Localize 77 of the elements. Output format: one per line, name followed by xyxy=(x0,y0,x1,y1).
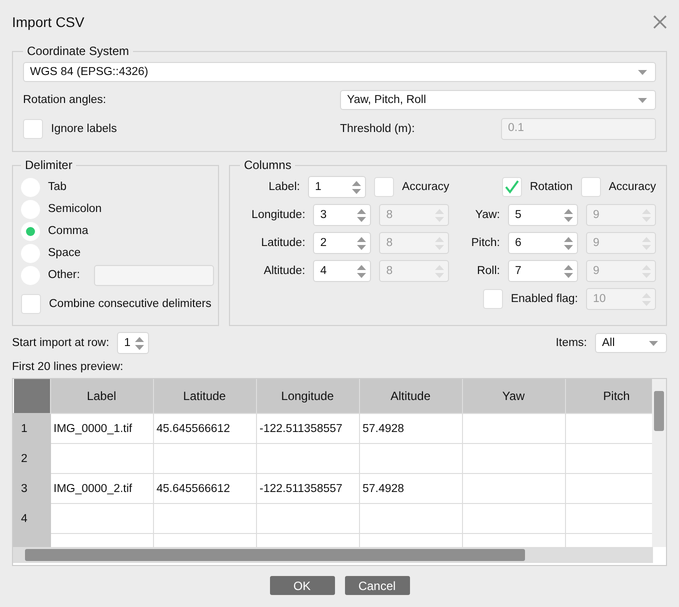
ignore-labels-label: Ignore labels xyxy=(51,123,117,135)
accuracy-label: Accuracy xyxy=(608,181,656,193)
coordinate-system-dropdown[interactable]: WGS 84 (EPSG::4326) xyxy=(23,62,656,82)
checkbox[interactable] xyxy=(580,177,601,197)
column-header[interactable]: Label xyxy=(50,379,153,414)
spin-arrows-icon xyxy=(357,236,366,250)
horizontal-scrollbar[interactable] xyxy=(13,547,653,563)
group-title: Columns xyxy=(242,158,292,172)
delimiter-option-label: Other: xyxy=(48,269,80,281)
close-icon[interactable] xyxy=(653,15,667,29)
spin-arrows-icon xyxy=(357,264,366,278)
row-number: 2 xyxy=(14,444,50,474)
start-row-label: Start import at row: xyxy=(12,337,110,349)
enabled-flag-label: Enabled flag: xyxy=(510,293,578,305)
checkbox[interactable] xyxy=(21,294,41,314)
spin-arrows-icon xyxy=(357,208,366,222)
checkmark-icon xyxy=(504,180,520,194)
delimiter-option-label: Tab xyxy=(48,181,67,193)
table-corner xyxy=(14,379,50,414)
table-cell: 45.645566612 xyxy=(153,414,256,444)
accuracy-label: Accuracy xyxy=(402,181,450,193)
rotation-label: Rotation xyxy=(530,181,573,193)
column-label: Pitch: xyxy=(471,237,500,249)
threshold-label: Threshold (m): xyxy=(340,123,415,135)
dropdown-arrow-icon xyxy=(638,98,647,102)
column-header[interactable]: Latitude xyxy=(153,379,256,414)
other-delimiter-field[interactable] xyxy=(94,264,214,286)
radio-button[interactable] xyxy=(21,222,40,240)
column-header[interactable]: Altitude xyxy=(359,379,462,414)
spin-arrows-icon xyxy=(564,236,573,250)
spin-box[interactable]: 1 xyxy=(308,176,366,198)
table-cell: IMG_0000_2.tif xyxy=(50,474,153,504)
window-title: Import CSV xyxy=(12,14,84,30)
table-cell: 45.645566612 xyxy=(153,474,256,504)
checkbox[interactable] xyxy=(502,177,522,197)
column-label: Altitude: xyxy=(262,265,306,277)
group-title: Delimiter xyxy=(24,158,74,172)
spin-box[interactable]: 1 xyxy=(117,332,150,354)
spin-arrows-icon xyxy=(135,336,144,350)
spin-box[interactable]: 4 xyxy=(313,260,372,282)
column-header[interactable]: Longitude xyxy=(256,379,359,414)
column-label: Yaw: xyxy=(475,209,500,221)
spin-arrows-icon xyxy=(564,208,573,222)
dialog-button[interactable]: Cancel xyxy=(344,576,410,595)
preview-label: First 20 lines preview: xyxy=(12,361,124,373)
checkbox[interactable] xyxy=(374,177,394,197)
column-label: Label: xyxy=(268,181,300,193)
spin-box[interactable]: 3 xyxy=(313,204,372,226)
table-cell: 57.4928 xyxy=(359,414,462,444)
column-label: Latitude: xyxy=(260,237,306,249)
column-header[interactable]: Yaw xyxy=(462,379,565,414)
rotation-angles-label: Rotation angles: xyxy=(23,94,106,106)
dialog-button[interactable]: OK xyxy=(270,576,334,595)
delimiter-option-label: Space xyxy=(48,247,81,259)
items-dropdown[interactable]: All xyxy=(595,333,667,353)
row-number: 3 xyxy=(14,474,50,504)
dropdown-arrow-icon xyxy=(638,70,647,74)
row-number: 1 xyxy=(14,414,50,444)
delimiter-option-label: Comma xyxy=(48,225,88,237)
table-cell: 57.4928 xyxy=(359,474,462,504)
dropdown-arrow-icon xyxy=(649,340,658,346)
group-title: Coordinate System xyxy=(26,44,130,58)
delimiter-option-label: Semicolon xyxy=(48,203,102,215)
rotation-angles-dropdown[interactable]: Yaw, Pitch, Roll xyxy=(340,90,656,110)
checkbox[interactable] xyxy=(23,119,43,139)
items-label: Items: xyxy=(556,337,587,349)
vertical-scrollbar[interactable] xyxy=(652,379,666,547)
column-label: Roll: xyxy=(476,265,500,277)
spin-arrows-icon xyxy=(564,264,573,278)
row-number: 4 xyxy=(14,504,50,534)
table-cell: IMG_0000_1.tif xyxy=(50,414,153,444)
table-cell: -122.511358557 xyxy=(256,474,359,504)
spin-box[interactable]: 2 xyxy=(313,232,372,254)
spin-arrows-icon xyxy=(352,180,361,194)
table-cell: -122.511358557 xyxy=(256,414,359,444)
combine-delimiters-label: Combine consecutive delimiters xyxy=(49,298,212,310)
column-label: Longitude: xyxy=(250,209,306,221)
